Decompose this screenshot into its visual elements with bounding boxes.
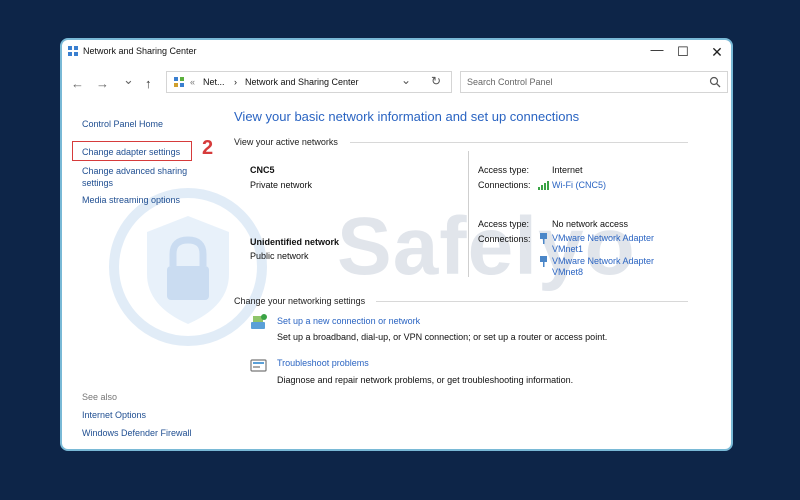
up-button[interactable]: ↑ — [145, 76, 152, 91]
network-1-name: CNC5 — [250, 165, 275, 175]
sidebar-media-streaming-options[interactable]: Media streaming options — [82, 195, 180, 206]
refresh-icon[interactable]: ↻ — [431, 74, 441, 88]
vmnet1-connection-link-line-1[interactable]: VMware Network Adapter — [552, 233, 654, 244]
section-divider — [350, 142, 688, 143]
sidebar-control-panel-home[interactable]: Control Panel Home — [82, 119, 163, 130]
sidebar-advanced-sharing-line-1[interactable]: Change advanced sharing — [82, 166, 187, 177]
troubleshoot-problems-link[interactable]: Troubleshoot problems — [277, 358, 369, 369]
search-box[interactable]: Search Control Panel — [460, 71, 728, 93]
active-networks-heading: View your active networks — [234, 137, 338, 147]
ethernet-adapter-icon — [540, 256, 547, 267]
minimize-button[interactable]: — — [643, 41, 671, 59]
close-button[interactable]: ✕ — [703, 43, 731, 61]
network-2-access-label: Access type: — [478, 219, 530, 229]
breadcrumb-separator[interactable]: › — [234, 77, 237, 87]
back-button[interactable]: ← — [71, 76, 84, 91]
vmnet8-connection-link-line-2[interactable]: VMnet8 — [552, 267, 583, 278]
search-placeholder: Search Control Panel — [467, 77, 553, 87]
maximize-button[interactable]: ☐ — [669, 43, 697, 61]
sidebar-change-adapter-settings[interactable]: Change adapter settings — [82, 147, 180, 158]
network-2-name: Unidentified network — [250, 237, 340, 247]
network-1-access-label: Access type: — [478, 165, 530, 175]
breadcrumb-network-sharing-center[interactable]: Network and Sharing Center — [245, 77, 359, 87]
search-icon[interactable] — [709, 76, 721, 88]
forward-button[interactable]: → — [96, 76, 109, 91]
network-1-type[interactable]: Private network — [250, 180, 312, 190]
window-title: Network and Sharing Center — [83, 46, 197, 56]
new-connection-icon — [251, 314, 267, 329]
network-1-connections-label: Connections: — [478, 180, 531, 190]
watermark-text: Safelyo — [337, 201, 636, 292]
address-bar[interactable]: « Net... › Network and Sharing Center ⌄ … — [166, 71, 452, 93]
step-number-annotation: 2 — [202, 137, 214, 159]
setup-new-connection-link[interactable]: Set up a new connection or network — [277, 316, 420, 327]
sidebar-advanced-sharing-line-2[interactable]: settings — [82, 178, 113, 189]
network-sharing-center-window: Network and Sharing Center — ☐ ✕ ← → ⌄ ↑… — [60, 38, 733, 451]
network-1-access-value: Internet — [552, 165, 583, 175]
page-title: View your basic network information and … — [234, 109, 580, 124]
recent-locations-button[interactable]: ⌄ — [123, 72, 134, 88]
setup-new-connection-description: Set up a broadband, dial-up, or VPN conn… — [277, 332, 608, 342]
network-column-divider — [468, 151, 469, 277]
troubleshoot-icon — [250, 359, 267, 372]
title-bar: Network and Sharing Center — ☐ ✕ — [62, 40, 731, 64]
troubleshoot-problems-description: Diagnose and repair network problems, or… — [277, 375, 574, 385]
network-center-icon — [68, 46, 78, 56]
change-settings-heading: Change your networking settings — [234, 296, 366, 306]
wifi-connection-link[interactable]: Wi-Fi (CNC5) — [552, 180, 606, 191]
see-also-heading: See also — [82, 392, 118, 402]
control-panel-icon — [174, 77, 184, 87]
network-2-access-value: No network access — [552, 219, 629, 229]
vmnet8-connection-link-line-1[interactable]: VMware Network Adapter — [552, 256, 654, 267]
address-overflow-chevron[interactable]: « — [190, 77, 195, 87]
sidebar-windows-defender-firewall[interactable]: Windows Defender Firewall — [82, 428, 192, 439]
safelyo-logo-icon — [109, 188, 267, 346]
ethernet-adapter-icon — [540, 233, 547, 244]
breadcrumb-network[interactable]: Net... — [203, 77, 225, 87]
address-dropdown-icon[interactable]: ⌄ — [401, 73, 411, 87]
section-divider — [376, 301, 688, 302]
sidebar-internet-options[interactable]: Internet Options — [82, 410, 146, 421]
wifi-signal-icon — [538, 181, 549, 190]
network-2-connections-label: Connections: — [478, 234, 531, 244]
vmnet1-connection-link-line-2[interactable]: VMnet1 — [552, 244, 583, 255]
network-2-type[interactable]: Public network — [250, 251, 309, 261]
